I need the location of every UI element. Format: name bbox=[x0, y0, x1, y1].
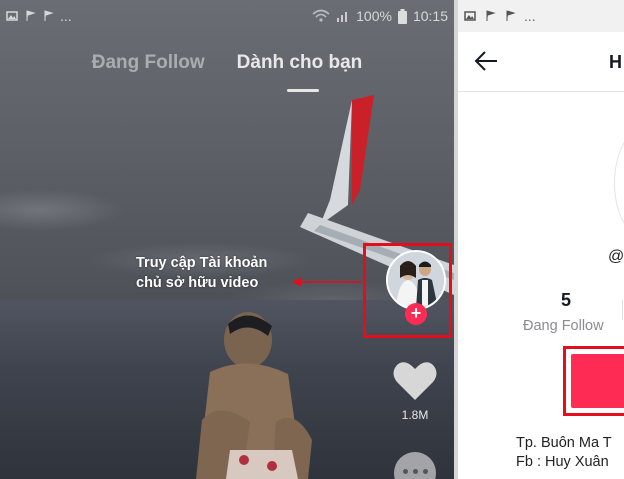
profile-title: H bbox=[609, 52, 622, 72]
flag-icon bbox=[44, 10, 54, 21]
arrow-left-icon bbox=[292, 277, 362, 287]
active-tab-indicator bbox=[286, 89, 319, 92]
gallery-icon bbox=[6, 11, 18, 21]
tab-following[interactable]: Đang Follow bbox=[92, 52, 205, 74]
bio-line-1: Tp. Buôn Ma T bbox=[516, 435, 612, 451]
stat-separator bbox=[622, 300, 623, 320]
profile-screen: ... H @ 5 Đang Follow Tp. Buôn Ma T Fb :… bbox=[458, 0, 624, 479]
creator-avatar[interactable] bbox=[386, 250, 446, 310]
profile-handle: @ bbox=[608, 248, 624, 265]
notification-ellipsis: ... bbox=[60, 8, 72, 24]
couple-photo bbox=[388, 252, 444, 308]
video-feed-screen: ... 100% 10:15 Đang Follow Dành cho bạn … bbox=[0, 0, 454, 479]
feed-tabs: Đang Follow Dành cho bạn bbox=[0, 52, 454, 92]
notification-ellipsis: ... bbox=[524, 8, 536, 24]
battery-icon bbox=[397, 8, 407, 24]
back-arrow-icon[interactable] bbox=[474, 50, 498, 72]
more-icon bbox=[403, 469, 428, 474]
signal-icon bbox=[337, 12, 348, 22]
following-label[interactable]: Đang Follow bbox=[523, 318, 604, 334]
flag-icon bbox=[506, 10, 516, 21]
tab-for-you-label: Dành cho bạn bbox=[236, 52, 363, 73]
flag-icon bbox=[486, 10, 496, 21]
profile-avatar[interactable] bbox=[614, 128, 624, 238]
status-bar: ... 100% 10:15 bbox=[0, 0, 454, 32]
follow-plus-button[interactable]: + bbox=[405, 303, 427, 325]
tab-for-you[interactable]: Dành cho bạn bbox=[236, 52, 363, 92]
annotation-text: Truy cập Tài khoản chủ sở hữu video bbox=[136, 253, 267, 293]
follow-button[interactable] bbox=[571, 354, 624, 408]
battery-percent: 100% bbox=[356, 8, 392, 24]
flag-icon bbox=[26, 10, 36, 21]
like-count: 1.8M bbox=[401, 408, 429, 422]
profile-bio: Tp. Buôn Ma T Fb : Huy Xuân bbox=[516, 434, 612, 472]
bio-line-2: Fb : Huy Xuân bbox=[516, 454, 609, 470]
heart-icon[interactable] bbox=[392, 360, 438, 402]
person-image bbox=[196, 312, 312, 479]
following-count: 5 bbox=[561, 290, 572, 310]
gallery-icon bbox=[464, 11, 476, 21]
clock: 10:15 bbox=[412, 8, 448, 24]
profile-status-bar: ... bbox=[458, 0, 624, 32]
wifi-icon bbox=[312, 9, 330, 22]
profile-header: H bbox=[458, 32, 624, 92]
annotation-line-2: chủ sở hữu video bbox=[136, 275, 259, 291]
annotation-line-1: Truy cập Tài khoản bbox=[136, 255, 268, 271]
